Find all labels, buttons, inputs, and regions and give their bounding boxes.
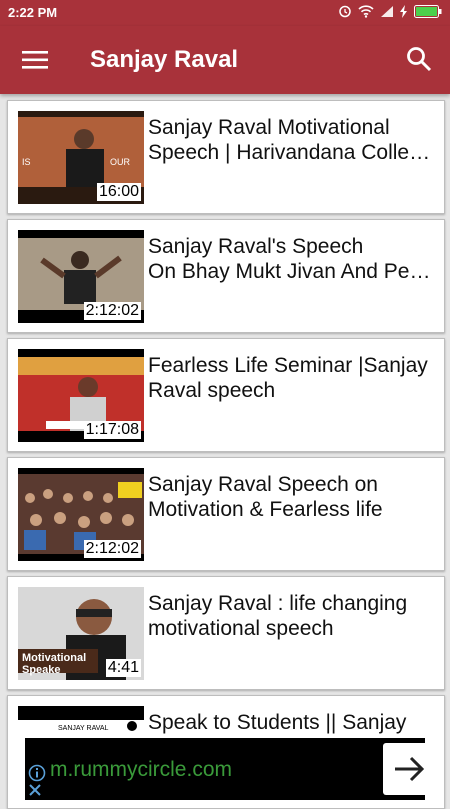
ad-open-button[interactable]	[383, 743, 435, 795]
wifi-icon	[358, 4, 374, 18]
charging-icon	[400, 4, 407, 18]
info-icon[interactable]	[28, 764, 46, 782]
battery-icon	[414, 4, 442, 18]
app-title: Sanjay Raval	[90, 46, 239, 73]
status-icons	[338, 4, 442, 18]
video-duration: 2:12:02	[83, 540, 141, 558]
video-title: Sanjay Raval Speech on Motivation & Fear…	[148, 473, 383, 521]
video-title: Sanjay Raval's Speech On Bhay Mukt Jivan…	[148, 235, 431, 283]
video-card[interactable]: IS OUR 16:00 Sanjay Raval Motivational Sp…	[7, 100, 445, 214]
video-title: Speak to Students || Sanjay	[148, 711, 407, 734]
video-title: Fearless Life Seminar |Sanjay Raval spee…	[148, 354, 428, 402]
ad-url[interactable]: m.rummycircle.com	[50, 758, 232, 782]
video-title: Sanjay Raval : life changing motivationa…	[148, 592, 408, 640]
svg-text:Motivational: Motivational	[22, 652, 86, 664]
search-icon[interactable]	[406, 46, 432, 72]
video-thumbnail: 1:17:08	[18, 349, 144, 442]
video-thumbnail: IS OUR 16:00	[18, 111, 144, 204]
video-title: Sanjay Raval Motivational Speech | Hariv…	[148, 116, 431, 164]
video-card[interactable]: 1:17:08 Fearless Life Seminar |Sanjay Ra…	[7, 338, 445, 452]
video-duration: 16:00	[96, 183, 141, 201]
video-card[interactable]: Motivational Speake 4:41 Sanjay Raval : l…	[7, 576, 445, 690]
status-time: 2:22 PM	[8, 5, 58, 20]
svg-text:OUR: OUR	[110, 157, 131, 167]
svg-text:SANJAY RAVAL: SANJAY RAVAL	[58, 725, 109, 732]
video-duration: 2:12:02	[83, 302, 141, 320]
app-bar: Sanjay Raval	[0, 26, 450, 94]
video-thumbnail: 2:12:02	[18, 468, 144, 561]
close-icon[interactable]	[27, 782, 43, 798]
video-duration: 1:17:08	[83, 421, 141, 439]
video-thumbnail: Motivational Speake 4:41	[18, 587, 144, 680]
video-duration: 4:41	[105, 659, 141, 677]
ad-banner[interactable]: m.rummycircle.com	[25, 738, 435, 800]
status-bar: 2:22 PM	[0, 0, 450, 26]
menu-icon[interactable]	[22, 48, 48, 72]
alarm-icon	[339, 5, 351, 18]
video-card[interactable]: 2:12:02 Sanjay Raval's Speech On Bhay Mu…	[7, 219, 445, 333]
signal-icon	[381, 5, 393, 17]
arrow-right-icon	[395, 756, 425, 782]
video-card[interactable]: 2:12:02 Sanjay Raval Speech on Motivatio…	[7, 457, 445, 571]
svg-text:Speake: Speake	[22, 664, 61, 676]
video-thumbnail: 2:12:02	[18, 230, 144, 323]
svg-text:IS: IS	[22, 157, 31, 167]
